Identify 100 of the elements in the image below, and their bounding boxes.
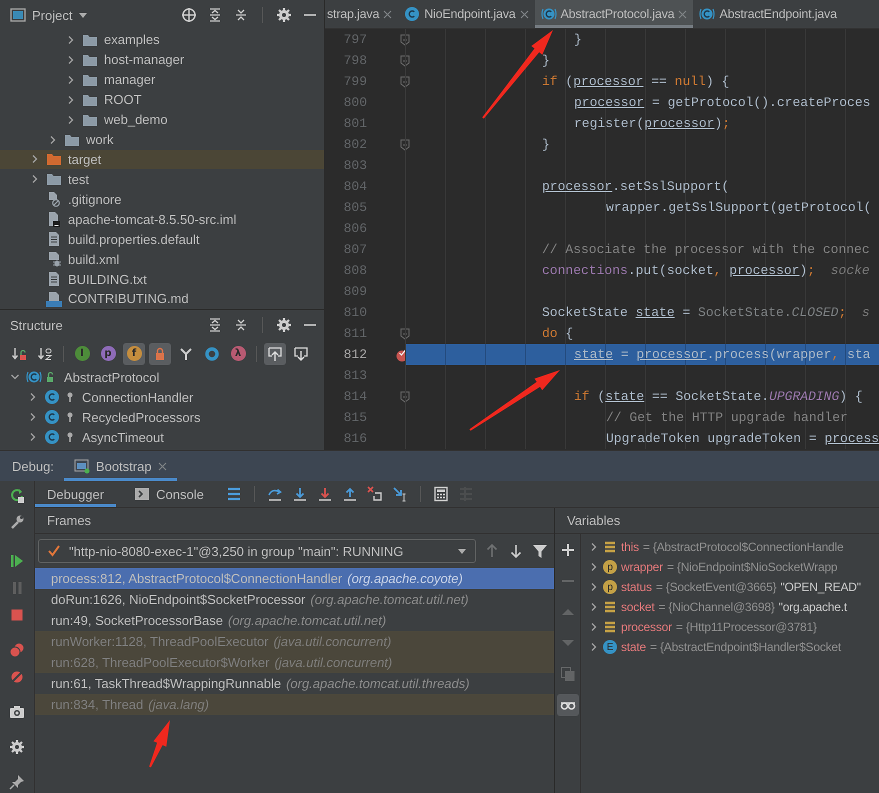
- chevron-right-icon[interactable]: [66, 34, 76, 45]
- caret-down-icon[interactable]: [78, 10, 88, 20]
- expand-all-icon[interactable]: [207, 317, 223, 333]
- layout-icon[interactable]: [226, 486, 242, 502]
- line-number: 799: [342, 74, 367, 89]
- tree-row[interactable]: manager: [0, 70, 324, 90]
- session-tab[interactable]: Bootstrap: [64, 451, 177, 481]
- force-step-into-icon[interactable]: [316, 486, 333, 502]
- wrench-icon[interactable]: [9, 514, 25, 530]
- code-line: UpgradeToken upgradeToken = process: [606, 431, 879, 446]
- tree-row[interactable]: AsyncTimeout: [0, 427, 324, 447]
- tree-row[interactable]: build.xml: [0, 249, 324, 270]
- thread-dropdown[interactable]: "http-nio-8080-exec-1"@3,250 in group "main": RUNNING: [38, 539, 476, 563]
- filter-toggle[interactable]: λ: [227, 342, 249, 364]
- collapse-all-icon[interactable]: [233, 317, 249, 333]
- tree-row[interactable]: AbstractProtocol: [0, 367, 324, 387]
- filter-toggle[interactable]: I: [71, 342, 93, 364]
- tree-row[interactable]: ROOT: [0, 90, 324, 110]
- file-name: build.properties.default: [68, 232, 200, 247]
- close-icon[interactable]: [520, 10, 529, 18]
- add-icon[interactable]: [560, 542, 576, 558]
- tree-row[interactable]: web_demo: [0, 110, 324, 130]
- locate-icon[interactable]: [181, 7, 197, 23]
- stack-frame[interactable]: process:812, AbstractProtocol$ConnectionHandler (org.apache.coyote): [35, 568, 554, 589]
- editor-tab[interactable]: AbstractProtocol.java: [534, 0, 694, 28]
- tree-row[interactable]: apache-tomcat-8.5.50-src.iml: [0, 209, 324, 230]
- tree-row[interactable]: examples: [0, 30, 324, 50]
- tree-row[interactable]: work: [0, 130, 324, 150]
- chevron-right-icon[interactable]: [48, 134, 58, 145]
- fork-icon: [178, 346, 194, 362]
- calculator-icon[interactable]: [432, 486, 449, 502]
- step-over-icon[interactable]: [266, 486, 283, 502]
- variable-row[interactable]: socket = {NioChannel@3698} "org.apache.t: [581, 597, 879, 617]
- tree-row[interactable]: ConnectionHandler: [0, 387, 324, 407]
- variable-row[interactable]: p status = {SocketEvent@3665} "OPEN_READ": [581, 577, 879, 597]
- arrow-down-icon[interactable]: [508, 543, 524, 559]
- editor-tab[interactable]: AbstractEndpoint.java: [693, 0, 843, 28]
- step-into-icon[interactable]: [292, 486, 308, 502]
- chevron-right-icon[interactable]: [30, 174, 40, 184]
- run-to-cursor-icon[interactable]: [392, 486, 408, 502]
- scroll-to-toggle[interactable]: [264, 342, 286, 364]
- stop-icon[interactable]: [9, 607, 25, 623]
- stack-frame[interactable]: run:49, SocketProcessorBase (org.apache.tomcat.util.net): [35, 610, 554, 631]
- tree-row[interactable]: RecycledProcessors: [0, 407, 324, 427]
- panel-title[interactable]: Project: [32, 8, 72, 22]
- settings-icon[interactable]: [9, 739, 25, 755]
- chevron-down-icon[interactable]: [10, 372, 20, 382]
- step-out-icon[interactable]: [342, 486, 358, 502]
- tree-row[interactable]: build.properties.default: [0, 229, 324, 250]
- drop-frame-icon[interactable]: [366, 486, 383, 502]
- lock-toggle[interactable]: [149, 342, 171, 364]
- variable-value: = {SocketEvent@3665}: [656, 580, 776, 594]
- chevron-right-icon[interactable]: [30, 154, 40, 164]
- line-number: 801: [342, 116, 367, 131]
- variable-value: = {Http11Processor@3781}: [676, 620, 817, 634]
- rerun-icon[interactable]: [9, 487, 25, 503]
- view-tab[interactable]: Console: [122, 481, 216, 507]
- tree-row[interactable]: target: [0, 150, 324, 170]
- line-number: 803: [342, 158, 367, 173]
- tree-row[interactable]: BUILDING.txt: [0, 269, 324, 289]
- variable-row[interactable]: processor = {Http11Processor@3781}: [581, 617, 879, 637]
- variable-row[interactable]: E state = {AbstractEndpoint$Handler$Socket: [581, 637, 879, 657]
- close-icon[interactable]: [158, 462, 167, 470]
- camera-icon[interactable]: [9, 704, 25, 720]
- chevron-right-icon[interactable]: [66, 94, 76, 105]
- code-line: }: [574, 32, 582, 47]
- variable-row[interactable]: this = {AbstractProtocol$ConnectionHandle: [581, 537, 879, 557]
- filter-toggle[interactable]: f: [123, 342, 145, 364]
- tool-window-label: Debug:: [12, 458, 54, 474]
- line-number: 797: [342, 32, 367, 47]
- line-number: 809: [342, 284, 367, 299]
- tree-row[interactable]: CONTRIBUTING.md: [0, 288, 324, 309]
- tree-row[interactable]: host-manager: [0, 50, 324, 70]
- expand-all-icon[interactable]: [207, 7, 223, 23]
- code-line: SocketState state = SocketState.CLOSED; s: [542, 305, 870, 320]
- chevron-right-icon[interactable]: [66, 74, 76, 85]
- editor-tab[interactable]: NioEndpoint.java: [398, 0, 535, 28]
- tree-row[interactable]: test: [0, 169, 324, 190]
- stack-frame[interactable]: doRun:1626, NioEndpoint$SocketProcessor (org.apache.tomcat.util.net): [35, 589, 554, 610]
- mute-breakpoints-icon[interactable]: [9, 669, 25, 685]
- resume-icon[interactable]: [9, 553, 25, 569]
- variable-row[interactable]: p wrapper = {NioEndpoint$NioSocketWrapp: [581, 557, 879, 577]
- filter-icon[interactable]: [532, 543, 548, 559]
- filter-toggle[interactable]: p: [97, 342, 119, 364]
- pin-icon[interactable]: [9, 774, 25, 790]
- breakpoints-icon[interactable]: [9, 642, 25, 658]
- check-icon: [47, 544, 61, 558]
- close-icon[interactable]: [383, 10, 392, 18]
- variable-type-badge: p: [603, 580, 617, 594]
- settings-icon[interactable]: [276, 7, 292, 23]
- folder-icon: [46, 151, 62, 168]
- editor-tab[interactable]: strap.java: [325, 0, 398, 28]
- variable-type-badge: p: [603, 560, 617, 574]
- settings-icon[interactable]: [276, 317, 292, 333]
- chevron-right-icon[interactable]: [66, 114, 76, 125]
- stack-frame[interactable]: run:61, TaskThread$WrappingRunnable (org.apache.tomcat.util.threads): [35, 673, 554, 694]
- tree-row[interactable]: .gitignore: [0, 189, 324, 210]
- view-tab[interactable]: Debugger: [35, 481, 116, 507]
- collapse-all-icon[interactable]: [233, 7, 249, 23]
- chevron-right-icon[interactable]: [66, 54, 76, 65]
